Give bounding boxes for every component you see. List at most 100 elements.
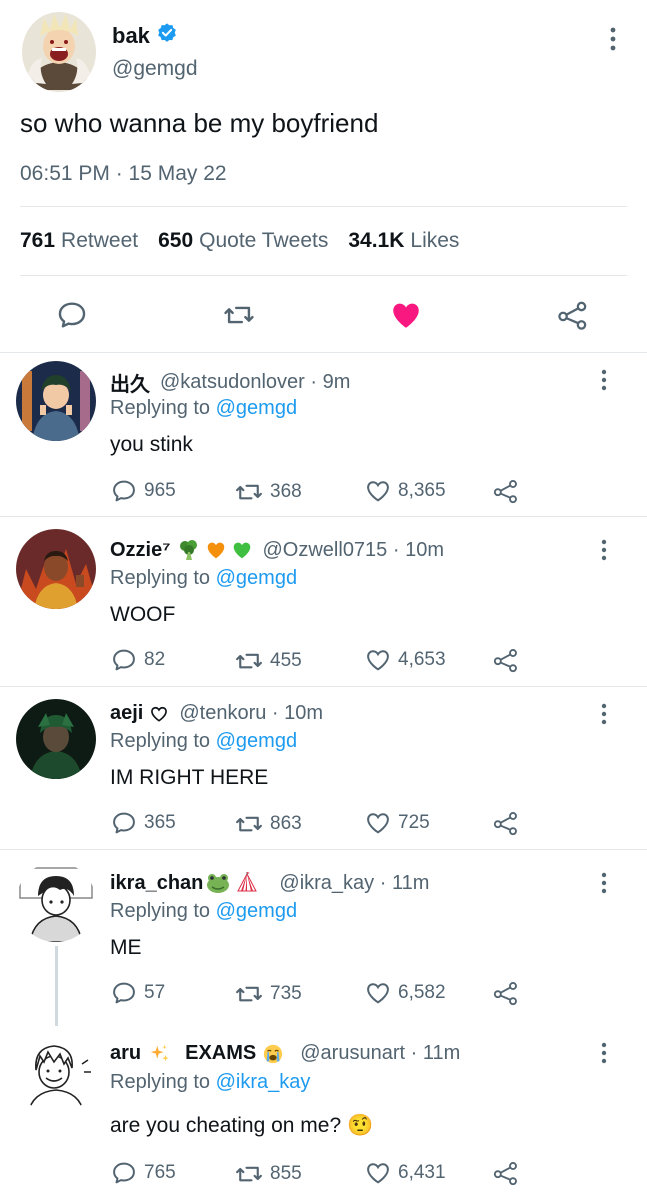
name-emoji-decorations [177, 538, 253, 562]
reply-count: 82 [144, 649, 166, 670]
like-count-button[interactable]: 6,582 [364, 979, 446, 1007]
replying-mention[interactable]: @gemgd [216, 567, 297, 589]
more-options-icon[interactable] [598, 369, 610, 396]
retweet-stat[interactable]: 761 Retweet [20, 229, 138, 253]
more-options-icon[interactable] [606, 26, 620, 57]
frog-icon [207, 874, 230, 893]
reply-icon [113, 649, 135, 671]
reply-author-name[interactable]: Ozzie⁷ [110, 539, 171, 562]
more-options-icon[interactable] [598, 703, 610, 730]
reply-header: ikra_chan @ikra_kay · 11m [110, 871, 429, 895]
reply-handle-time[interactable]: @Ozwell0715 · 10m [263, 539, 444, 562]
reply-icon[interactable] [55, 298, 89, 332]
share-icon[interactable] [492, 477, 520, 505]
reply-author-name-suffix[interactable]: EXAMS [185, 1042, 256, 1065]
retweet-count: 761 [20, 229, 56, 252]
reply-avatar[interactable] [16, 699, 96, 779]
reply-avatar[interactable] [16, 1034, 96, 1114]
quote-tweets-stat[interactable]: 650 Quote Tweets [158, 229, 328, 253]
likes-stat[interactable]: 34.1K Likes [348, 229, 459, 253]
reply-header: aeji @tenkoru · 10m [110, 702, 323, 725]
reply-avatar[interactable] [16, 862, 96, 942]
retweet-count-button[interactable]: 368 [234, 477, 302, 507]
quote-tweets-label: Quote Tweets [199, 229, 329, 252]
orange-heart-icon [207, 542, 224, 559]
replying-mention[interactable]: @gemgd [216, 730, 297, 752]
reply-author-name[interactable]: aru [110, 1042, 141, 1065]
retweet-count-button[interactable]: 455 [234, 646, 302, 676]
more-options-icon[interactable] [598, 1042, 610, 1069]
retweet-count-button[interactable]: 735 [234, 979, 302, 1009]
reply-author-name[interactable]: aeji [110, 702, 143, 725]
name-emoji-decorations [205, 871, 259, 895]
like-count-button[interactable]: 725 [364, 809, 430, 837]
thread-connector-line [55, 946, 58, 1026]
replying-prefix: Replying to [110, 900, 216, 922]
like-count-button[interactable]: 4,653 [364, 646, 446, 674]
reply-tweet[interactable]: aeji @tenkoru · 10m Replying to @gemgd I… [0, 687, 647, 849]
reply-handle-time[interactable]: @katsudonlover · 9m [160, 371, 350, 394]
crying-face-icon [262, 1043, 284, 1065]
like-count: 4,653 [398, 649, 446, 670]
author-handle[interactable]: @gemgd [112, 57, 198, 81]
reply-header: aru EXAMS @arusunart · 11m [110, 1042, 460, 1065]
author-name[interactable]: bak [112, 23, 150, 49]
share-icon[interactable] [492, 979, 520, 1007]
reply-tweet[interactable]: aru EXAMS @arusunart · 11m Replying to @… [0, 1030, 647, 1200]
more-options-icon[interactable] [598, 872, 610, 899]
reply-count: 965 [144, 480, 176, 501]
replying-to: Replying to @gemgd [110, 900, 297, 923]
reply-author-name[interactable]: ikra_chan [110, 872, 203, 895]
retweet-count: 368 [270, 481, 302, 502]
retweet-count-button[interactable]: 863 [234, 809, 302, 839]
share-icon[interactable] [492, 809, 520, 837]
like-heart-icon[interactable] [389, 298, 423, 332]
reply-handle-time[interactable]: @arusunart · 11m [300, 1042, 460, 1065]
reply-tweet[interactable]: Ozzie⁷ @Ozwell0715 · 10m Replying to @ge… [0, 517, 647, 686]
share-icon[interactable] [556, 298, 590, 332]
retweet-icon [236, 1166, 262, 1182]
reply-count-button[interactable]: 765 [110, 1159, 176, 1187]
replying-prefix: Replying to [110, 730, 216, 752]
retweet-count-button[interactable]: 855 [234, 1159, 302, 1189]
replying-mention[interactable]: @ikra_kay [216, 1071, 311, 1093]
retweet-icon [236, 816, 262, 832]
reply-count-button[interactable]: 365 [110, 809, 176, 837]
reply-tweet[interactable]: 出久 @katsudonlover · 9m Replying to @gemg… [0, 353, 647, 516]
retweet-count: 863 [270, 813, 302, 834]
retweet-stat-label: Retweet [61, 229, 139, 252]
reply-avatar[interactable] [16, 361, 96, 441]
divider [20, 206, 627, 207]
retweet-count: 735 [270, 983, 302, 1004]
replying-mention[interactable]: @gemgd [216, 900, 297, 922]
reply-count-button[interactable]: 57 [110, 979, 165, 1007]
retweet-count: 855 [270, 1163, 302, 1184]
reply-tweet[interactable]: ikra_chan @ikra_kay · 11m Replying to @g… [0, 850, 647, 1026]
likes-count: 34.1K [348, 229, 405, 252]
reply-count-button[interactable]: 965 [110, 477, 176, 505]
share-icon[interactable] [492, 1159, 520, 1187]
reply-handle-time[interactable]: @ikra_kay · 11m [279, 872, 429, 895]
tweet-text: so who wanna be my boyfriend [20, 108, 379, 138]
replying-mention[interactable]: @gemgd [216, 397, 297, 419]
reply-handle-time[interactable]: @tenkoru · 10m [179, 702, 323, 725]
replying-prefix: Replying to [110, 397, 216, 419]
replying-to: Replying to @gemgd [110, 730, 297, 753]
share-icon[interactable] [492, 646, 520, 674]
author-avatar[interactable] [22, 12, 96, 92]
more-options-icon[interactable] [598, 539, 610, 566]
reply-avatar[interactable] [16, 529, 96, 609]
retweet-icon[interactable] [222, 298, 256, 332]
white-heart-icon [151, 706, 168, 722]
reply-count-button[interactable]: 82 [110, 646, 165, 674]
like-count-button[interactable]: 8,365 [364, 477, 446, 505]
tweet-timestamp[interactable]: 06:51 PM · 15 May 22 [20, 162, 227, 186]
reply-author-name[interactable]: 出久 [110, 368, 150, 397]
heart-icon [367, 650, 389, 671]
author-name-row[interactable]: bak [112, 22, 178, 50]
replying-to: Replying to @ikra_kay [110, 1071, 310, 1094]
like-count-button[interactable]: 6,431 [364, 1159, 446, 1187]
main-tweet: bak @gemgd so who wanna be my boyfriend … [0, 0, 647, 352]
reply-text: IM RIGHT HERE [110, 766, 269, 789]
reply-text: you stink [110, 433, 193, 456]
